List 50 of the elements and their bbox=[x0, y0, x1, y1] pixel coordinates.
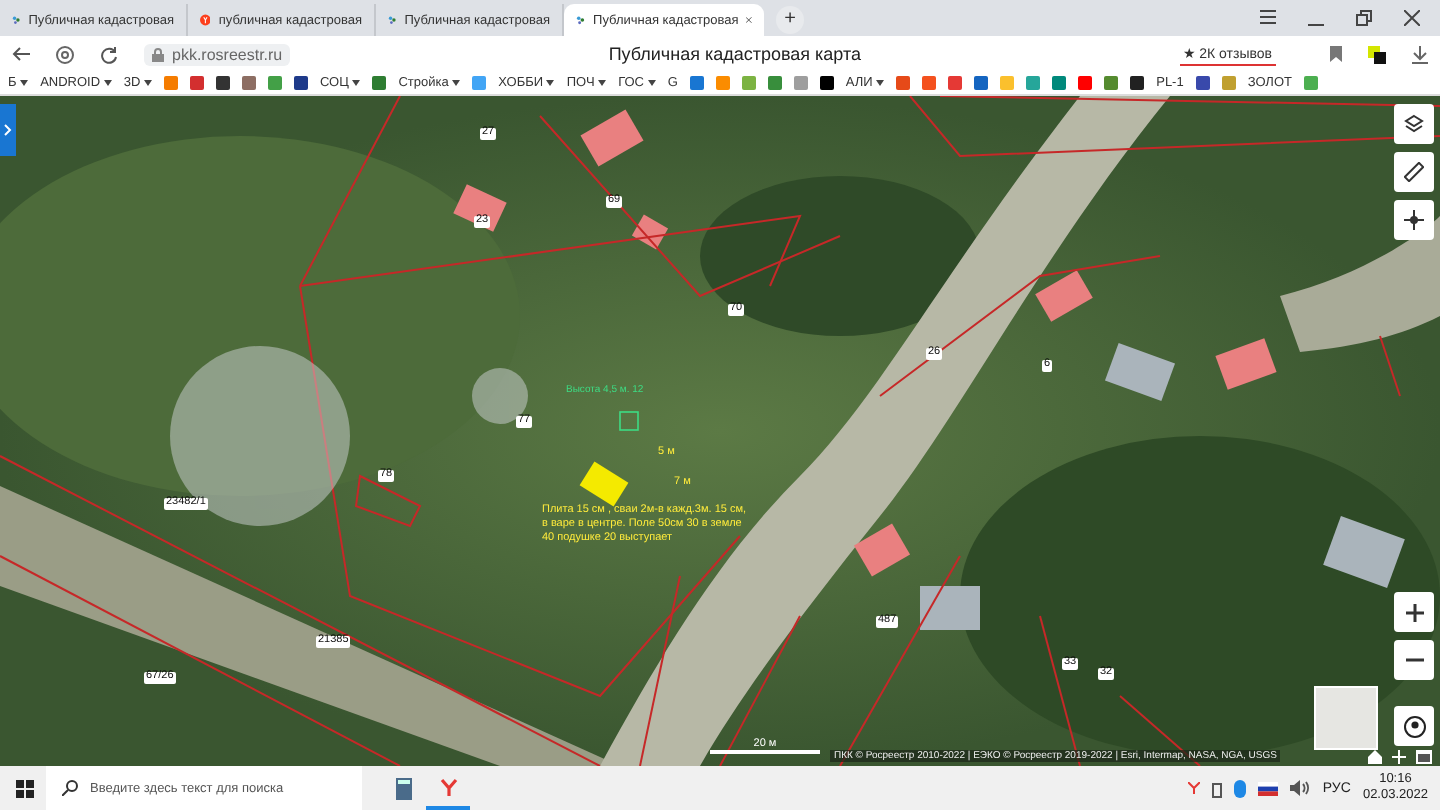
menu-icon[interactable] bbox=[1260, 10, 1276, 24]
lock-icon bbox=[152, 47, 164, 61]
windows-start-icon[interactable] bbox=[16, 779, 34, 797]
chevron-right-icon bbox=[4, 124, 12, 136]
browser-logo-icon bbox=[439, 777, 457, 795]
browser-logo-icon[interactable] bbox=[1188, 782, 1201, 794]
sidebar-toggle[interactable] bbox=[0, 104, 16, 156]
crosshair-icon[interactable] bbox=[1392, 750, 1406, 764]
ruler-icon bbox=[1404, 162, 1424, 182]
flag-icon[interactable] bbox=[1258, 781, 1279, 795]
bookmark-icon[interactable] bbox=[215, 76, 230, 90]
browser-logo-icon bbox=[200, 10, 211, 30]
locate-button[interactable] bbox=[1394, 200, 1434, 240]
window-icon[interactable] bbox=[1416, 750, 1432, 764]
layers-icon bbox=[1404, 114, 1424, 134]
minus-icon bbox=[1405, 658, 1423, 662]
download-icon[interactable] bbox=[1412, 45, 1428, 63]
plus-icon bbox=[1405, 603, 1423, 621]
bookmark-icon[interactable] bbox=[819, 76, 834, 90]
zoom-out-button[interactable] bbox=[1394, 640, 1434, 680]
speaker-icon[interactable] bbox=[1290, 780, 1311, 796]
new-tab-button[interactable]: + bbox=[776, 6, 804, 34]
caret-icon bbox=[546, 80, 555, 86]
zoom-in-button[interactable] bbox=[1394, 592, 1434, 632]
reload-icon[interactable] bbox=[100, 45, 118, 63]
position-button[interactable] bbox=[1394, 706, 1434, 746]
map-logo-icon bbox=[576, 10, 586, 30]
bookmark-icon[interactable] bbox=[293, 76, 308, 90]
crosshair-icon bbox=[1404, 210, 1424, 230]
caret-icon bbox=[143, 80, 152, 86]
caret-icon bbox=[20, 80, 29, 86]
calculator-icon bbox=[396, 777, 412, 799]
caret-icon bbox=[647, 80, 656, 86]
caret-icon bbox=[452, 80, 461, 86]
layers-button[interactable] bbox=[1394, 104, 1434, 144]
caret-icon bbox=[598, 80, 607, 86]
bookmark-icon[interactable] bbox=[1195, 76, 1210, 90]
search-icon bbox=[62, 780, 78, 796]
measure-button[interactable] bbox=[1394, 152, 1434, 192]
back-arrow-icon[interactable] bbox=[12, 46, 30, 62]
address-field[interactable]: pkk.rosreestr.ru bbox=[144, 43, 291, 65]
caret-icon bbox=[103, 80, 112, 86]
extension-icon[interactable] bbox=[1368, 45, 1386, 63]
caret-icon bbox=[352, 80, 361, 86]
close-icon[interactable] bbox=[1404, 10, 1420, 26]
close-icon[interactable] bbox=[746, 14, 752, 26]
bookmark-icon[interactable] bbox=[1130, 76, 1145, 90]
caret-icon bbox=[876, 80, 885, 86]
page-title: Публичная кадастровая карта bbox=[606, 44, 864, 64]
restore-icon[interactable] bbox=[1356, 10, 1372, 26]
